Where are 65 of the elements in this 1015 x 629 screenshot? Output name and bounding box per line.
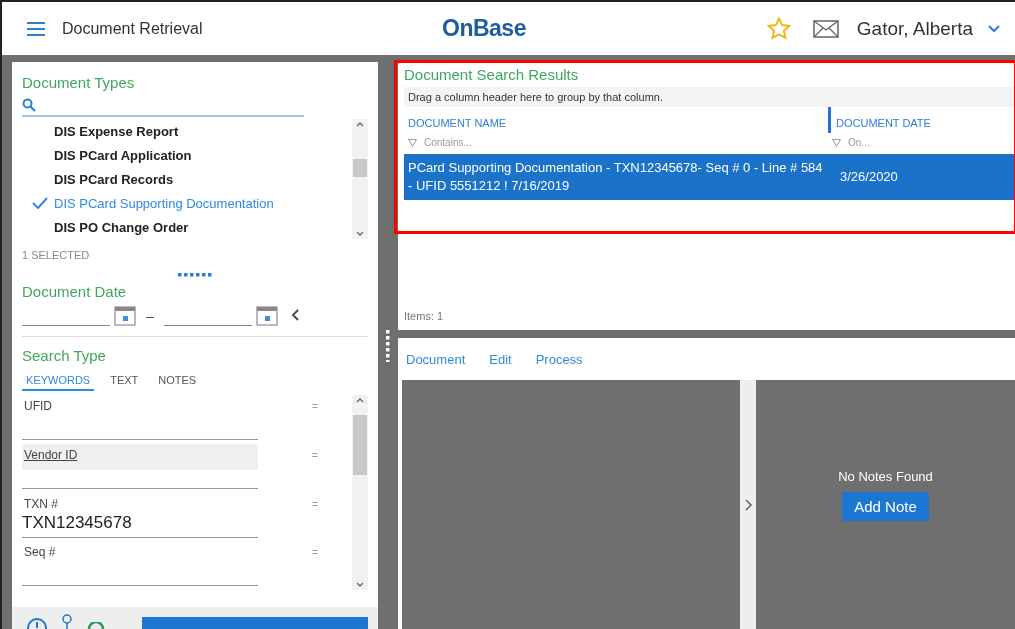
group-hint: Drag a column header here to group by that column. bbox=[404, 87, 1015, 107]
menu-link[interactable]: Document bbox=[406, 348, 466, 370]
document-type-item[interactable]: DIS PCard Application bbox=[22, 143, 352, 167]
section-heading: Search Type bbox=[22, 347, 107, 364]
clock-icon[interactable] bbox=[26, 617, 48, 629]
menu-link[interactable]: Edit bbox=[489, 348, 512, 370]
scrollbar-thumb[interactable] bbox=[353, 159, 367, 177]
field-label: Seq # bbox=[23, 544, 57, 562]
chevron-down-icon[interactable] bbox=[987, 23, 1001, 34]
add-note-button[interactable]: Add Note bbox=[842, 491, 929, 521]
section-heading: Document Date bbox=[22, 283, 128, 300]
column-header[interactable]: DOCUMENT DATE bbox=[828, 107, 935, 133]
mail-icon[interactable] bbox=[812, 19, 839, 38]
menu-link[interactable]: Process bbox=[535, 348, 583, 370]
search-type-tab[interactable]: TEXT bbox=[106, 374, 143, 391]
section-heading: Document Types bbox=[22, 74, 136, 91]
column-header[interactable]: DOCUMENT NAME bbox=[404, 107, 511, 133]
field-value: TXN12345678 bbox=[22, 512, 133, 533]
menu-icon[interactable] bbox=[26, 20, 46, 37]
keyword-field[interactable]: TXN # TXN12345678 bbox=[22, 492, 258, 538]
resize-handle[interactable] bbox=[178, 273, 212, 277]
field-label: Vendor ID bbox=[23, 446, 79, 464]
keyword-field[interactable]: Seq # bbox=[22, 541, 258, 587]
logo: OnBase bbox=[442, 15, 527, 42]
empty-message: No Notes Found bbox=[838, 468, 933, 484]
refresh-icon[interactable] bbox=[86, 622, 106, 629]
scrollbar[interactable] bbox=[352, 395, 368, 590]
chevron-right-icon[interactable] bbox=[744, 498, 752, 511]
splitter-handle[interactable] bbox=[386, 329, 390, 362]
range-separator: – bbox=[146, 308, 154, 324]
calendar-icon[interactable] bbox=[255, 306, 278, 326]
app-title: Document Retrieval bbox=[62, 19, 204, 38]
result-row[interactable]: PCard Supporting Documentation - TXN12345678- Seq # 0 - Line # 584 - UFID 5551212 ! 7/16/2019 3/26/2020 bbox=[404, 154, 1015, 200]
section-heading: Document Search Results bbox=[404, 66, 580, 83]
document-type-item[interactable]: DIS PO Change Order bbox=[22, 215, 352, 239]
search-type-tab[interactable]: KEYWORDS bbox=[22, 374, 95, 391]
search-type-tab[interactable]: NOTES bbox=[154, 374, 201, 391]
filter-field[interactable]: On... bbox=[844, 133, 984, 152]
pin-icon[interactable] bbox=[60, 613, 74, 629]
search-icon bbox=[22, 98, 36, 112]
filter-field[interactable]: Contains... bbox=[420, 133, 560, 152]
operator-selector[interactable]: = bbox=[312, 498, 318, 542]
operator-selector[interactable]: = bbox=[312, 547, 318, 590]
user-name[interactable]: Gator, Alberta bbox=[856, 17, 973, 40]
scrollbar-thumb[interactable] bbox=[353, 415, 367, 475]
operator-selector[interactable]: = bbox=[312, 449, 318, 493]
table-cell: 3/26/2020 bbox=[840, 168, 898, 186]
document-type-item[interactable]: DIS PCard Supporting Documentation bbox=[22, 191, 352, 215]
filter-icon[interactable] bbox=[408, 138, 417, 147]
chevron-left-icon[interactable] bbox=[289, 308, 300, 322]
scrollbar[interactable] bbox=[352, 119, 368, 239]
table-cell: PCard Supporting Documentation - TXN12345678- Seq # 0 - Line # 584 - UFID 5551212 ! 7/16/2019 bbox=[408, 160, 823, 193]
star-icon[interactable] bbox=[766, 17, 791, 40]
items-count: Items: 1 bbox=[404, 310, 445, 324]
keyword-field[interactable]: UFID bbox=[22, 395, 258, 440]
field-label: TXN # bbox=[23, 495, 59, 513]
checkmark-icon bbox=[32, 197, 48, 209]
field-label: UFID bbox=[23, 398, 53, 415]
filter-icon[interactable] bbox=[832, 138, 841, 147]
document-type-item[interactable]: DIS Expense Report bbox=[22, 119, 352, 143]
operator-selector[interactable]: = bbox=[312, 401, 318, 444]
keyword-field[interactable]: Vendor ID bbox=[22, 443, 258, 489]
calendar-icon[interactable] bbox=[114, 306, 136, 326]
document-type-item[interactable]: DIS PCard Records bbox=[22, 167, 352, 191]
selection-count: 1 SELECTED bbox=[22, 249, 91, 261]
